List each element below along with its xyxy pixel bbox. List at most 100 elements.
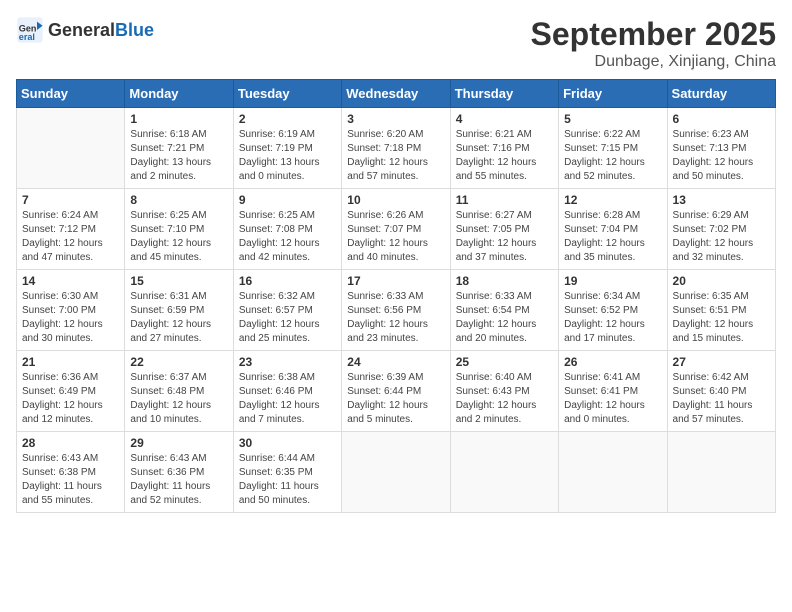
day-number: 9	[239, 193, 336, 207]
day-number: 27	[673, 355, 770, 369]
calendar-cell: 8Sunrise: 6:25 AM Sunset: 7:10 PM Daylig…	[125, 189, 233, 270]
day-info: Sunrise: 6:41 AM Sunset: 6:41 PM Dayligh…	[564, 371, 661, 427]
day-number: 20	[673, 274, 770, 288]
logo-icon: Gen eral	[16, 16, 44, 44]
day-number: 7	[22, 193, 119, 207]
calendar-cell	[450, 432, 558, 513]
day-number: 16	[239, 274, 336, 288]
day-info: Sunrise: 6:36 AM Sunset: 6:49 PM Dayligh…	[22, 371, 119, 427]
day-info: Sunrise: 6:34 AM Sunset: 6:52 PM Dayligh…	[564, 290, 661, 346]
day-info: Sunrise: 6:40 AM Sunset: 6:43 PM Dayligh…	[456, 371, 553, 427]
weekday-header-wednesday: Wednesday	[342, 80, 450, 108]
calendar-cell: 28 Sunrise: 6:43 AM Sunset: 6:38 PM Dayli…	[17, 432, 125, 513]
day-info: Sunrise: 6:28 AM Sunset: 7:04 PM Dayligh…	[564, 209, 661, 265]
day-info: Sunrise: 6:43 AM Sunset: 6:36 PM Dayligh…	[130, 452, 227, 508]
calendar-cell: 7 Sunrise: 6:24 AM Sunset: 7:12 PM Daylig…	[17, 189, 125, 270]
weekday-header-tuesday: Tuesday	[233, 80, 341, 108]
day-info: Sunrise: 6:21 AM Sunset: 7:16 PM Dayligh…	[456, 128, 553, 184]
day-info: Sunrise: 6:25 AM Sunset: 7:08 PM Dayligh…	[239, 209, 336, 265]
day-info: Sunrise: 6:32 AM Sunset: 6:57 PM Dayligh…	[239, 290, 336, 346]
calendar-cell: 30Sunrise: 6:44 AM Sunset: 6:35 PM Dayli…	[233, 432, 341, 513]
calendar-cell: 26Sunrise: 6:41 AM Sunset: 6:41 PM Dayli…	[559, 351, 667, 432]
day-info: Sunrise: 6:31 AM Sunset: 6:59 PM Dayligh…	[130, 290, 227, 346]
day-number: 13	[673, 193, 770, 207]
calendar-cell: 22 Sunrise: 6:37 AM Sunset: 6:48 PM Dayli…	[125, 351, 233, 432]
day-number: 2	[239, 112, 336, 126]
weekday-header-sunday: Sunday	[17, 80, 125, 108]
calendar-cell: 21 Sunrise: 6:36 AM Sunset: 6:49 PM Dayli…	[17, 351, 125, 432]
weekday-header-saturday: Saturday	[667, 80, 775, 108]
weekday-header-friday: Friday	[559, 80, 667, 108]
calendar-cell	[17, 108, 125, 189]
calendar-cell: 20 Sunrise: 6:35 AM Sunset: 6:51 PM Dayli…	[667, 270, 775, 351]
day-info: Sunrise: 6:22 AM Sunset: 7:15 PM Dayligh…	[564, 128, 661, 184]
calendar-cell: 25 Sunrise: 6:40 AM Sunset: 6:43 PM Dayli…	[450, 351, 558, 432]
day-number: 15	[130, 274, 227, 288]
day-number: 21	[22, 355, 119, 369]
title-area: September 2025 Dunbage, Xinjiang, China	[531, 16, 776, 71]
day-info: Sunrise: 6:23 AM Sunset: 7:13 PM Dayligh…	[673, 128, 770, 184]
day-info: Sunrise: 6:18 AM Sunset: 7:21 PM Dayligh…	[130, 128, 227, 184]
day-number: 3	[347, 112, 444, 126]
day-number: 4	[456, 112, 553, 126]
svg-text:eral: eral	[19, 32, 35, 42]
calendar-cell	[667, 432, 775, 513]
calendar-cell: 12Sunrise: 6:28 AM Sunset: 7:04 PM Dayli…	[559, 189, 667, 270]
day-info: Sunrise: 6:35 AM Sunset: 6:51 PM Dayligh…	[673, 290, 770, 346]
calendar-cell: 27 Sunrise: 6:42 AM Sunset: 6:40 PM Dayli…	[667, 351, 775, 432]
weekday-header-row: SundayMondayTuesdayWednesdayThursdayFrid…	[17, 80, 776, 108]
day-number: 22	[130, 355, 227, 369]
calendar-cell	[342, 432, 450, 513]
day-info: Sunrise: 6:39 AM Sunset: 6:44 PM Dayligh…	[347, 371, 444, 427]
location-subtitle: Dunbage, Xinjiang, China	[531, 53, 776, 71]
calendar-cell: 9 Sunrise: 6:25 AM Sunset: 7:08 PM Daylig…	[233, 189, 341, 270]
day-number: 6	[673, 112, 770, 126]
calendar-cell: 19 Sunrise: 6:34 AM Sunset: 6:52 PM Dayli…	[559, 270, 667, 351]
day-info: Sunrise: 6:37 AM Sunset: 6:48 PM Dayligh…	[130, 371, 227, 427]
calendar-cell: 17Sunrise: 6:33 AM Sunset: 6:56 PM Dayli…	[342, 270, 450, 351]
page-header: Gen eral General Blue September 2025 Dun…	[16, 16, 776, 71]
day-number: 28	[22, 436, 119, 450]
calendar-cell: 14 Sunrise: 6:30 AM Sunset: 7:00 PM Dayli…	[17, 270, 125, 351]
calendar-cell: 1Sunrise: 6:18 AM Sunset: 7:21 PM Daylig…	[125, 108, 233, 189]
logo-general-text: General	[48, 20, 115, 41]
day-info: Sunrise: 6:24 AM Sunset: 7:12 PM Dayligh…	[22, 209, 119, 265]
day-number: 5	[564, 112, 661, 126]
day-number: 30	[239, 436, 336, 450]
month-title: September 2025	[531, 16, 776, 53]
calendar-cell: 4 Sunrise: 6:21 AM Sunset: 7:16 PM Daylig…	[450, 108, 558, 189]
day-number: 23	[239, 355, 336, 369]
day-info: Sunrise: 6:33 AM Sunset: 6:54 PM Dayligh…	[456, 290, 553, 346]
calendar-cell: 2Sunrise: 6:19 AM Sunset: 7:19 PM Daylig…	[233, 108, 341, 189]
day-number: 19	[564, 274, 661, 288]
day-number: 8	[130, 193, 227, 207]
calendar-cell	[559, 432, 667, 513]
calendar-cell: 16 Sunrise: 6:32 AM Sunset: 6:57 PM Dayli…	[233, 270, 341, 351]
logo-blue-text: Blue	[115, 20, 154, 41]
calendar-cell: 10Sunrise: 6:26 AM Sunset: 7:07 PM Dayli…	[342, 189, 450, 270]
calendar-cell: 18 Sunrise: 6:33 AM Sunset: 6:54 PM Dayli…	[450, 270, 558, 351]
day-info: Sunrise: 6:43 AM Sunset: 6:38 PM Dayligh…	[22, 452, 119, 508]
calendar-table: SundayMondayTuesdayWednesdayThursdayFrid…	[16, 79, 776, 513]
calendar-cell: 15 Sunrise: 6:31 AM Sunset: 6:59 PM Dayli…	[125, 270, 233, 351]
week-row-5: 28 Sunrise: 6:43 AM Sunset: 6:38 PM Dayli…	[17, 432, 776, 513]
day-info: Sunrise: 6:30 AM Sunset: 7:00 PM Dayligh…	[22, 290, 119, 346]
week-row-2: 7 Sunrise: 6:24 AM Sunset: 7:12 PM Daylig…	[17, 189, 776, 270]
day-number: 18	[456, 274, 553, 288]
calendar-cell: 23 Sunrise: 6:38 AM Sunset: 6:46 PM Dayli…	[233, 351, 341, 432]
day-number: 29	[130, 436, 227, 450]
logo: Gen eral General Blue	[16, 16, 154, 44]
day-info: Sunrise: 6:26 AM Sunset: 7:07 PM Dayligh…	[347, 209, 444, 265]
day-info: Sunrise: 6:29 AM Sunset: 7:02 PM Dayligh…	[673, 209, 770, 265]
day-number: 11	[456, 193, 553, 207]
week-row-4: 21 Sunrise: 6:36 AM Sunset: 6:49 PM Dayli…	[17, 351, 776, 432]
day-number: 25	[456, 355, 553, 369]
day-info: Sunrise: 6:27 AM Sunset: 7:05 PM Dayligh…	[456, 209, 553, 265]
week-row-3: 14 Sunrise: 6:30 AM Sunset: 7:00 PM Dayli…	[17, 270, 776, 351]
day-info: Sunrise: 6:38 AM Sunset: 6:46 PM Dayligh…	[239, 371, 336, 427]
day-info: Sunrise: 6:42 AM Sunset: 6:40 PM Dayligh…	[673, 371, 770, 427]
day-number: 17	[347, 274, 444, 288]
calendar-cell: 6 Sunrise: 6:23 AM Sunset: 7:13 PM Daylig…	[667, 108, 775, 189]
week-row-1: 1Sunrise: 6:18 AM Sunset: 7:21 PM Daylig…	[17, 108, 776, 189]
day-number: 14	[22, 274, 119, 288]
